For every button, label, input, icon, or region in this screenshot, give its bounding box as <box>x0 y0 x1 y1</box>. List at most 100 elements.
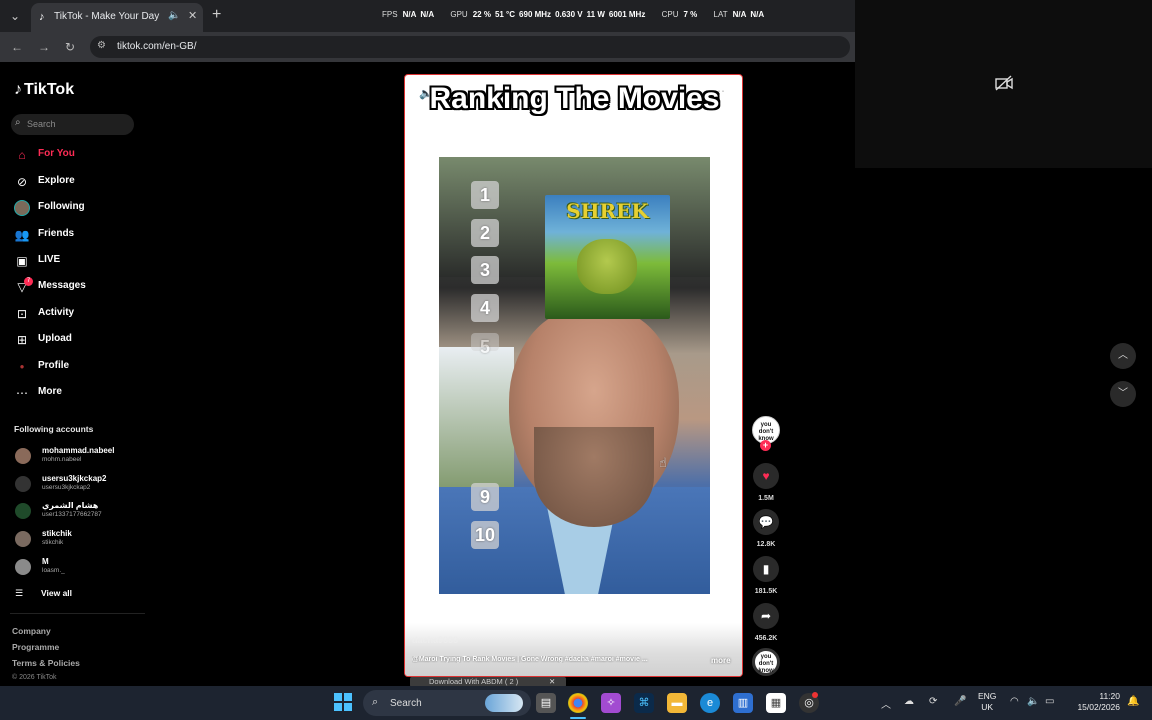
tab-search-menu-icon[interactable]: ⌄ <box>6 7 24 25</box>
notification-bell-icon[interactable]: 🔔 <box>1127 696 1139 707</box>
tiktok-favicon-icon: ♪ <box>39 11 45 23</box>
cloud-icon[interactable]: ☁ <box>904 696 914 707</box>
nav-explore[interactable]: ⊘ Explore <box>14 172 144 192</box>
app-grid-icon[interactable]: ▦ <box>766 693 786 713</box>
comment-icon[interactable]: 💬 <box>753 509 779 535</box>
nav-label: Profile <box>38 360 70 371</box>
back-icon[interactable]: ← <box>11 40 23 54</box>
chevron-up-icon[interactable]: ︿ <box>881 696 891 711</box>
avatar <box>15 476 31 492</box>
gpu-temp: 51 °C <box>494 10 516 19</box>
edge-icon[interactable]: e <box>700 693 720 713</box>
sync-icon[interactable]: ⟳ <box>929 696 937 707</box>
nav-activity[interactable]: ⊡ Activity <box>14 304 144 324</box>
account-name: usersu3kjkckap2 <box>42 474 107 483</box>
site-settings-icon[interactable]: ⚙ <box>97 40 106 51</box>
gpu-label: GPU <box>450 10 468 19</box>
nav-label: Messages <box>38 280 86 291</box>
music-disc[interactable]: you don't know <box>752 648 780 676</box>
task-view-icon[interactable]: ▤ <box>536 693 556 713</box>
wifi-icon[interactable]: ◠ <box>1010 696 1019 707</box>
clock[interactable]: 11:20 15/02/2026 <box>1072 691 1120 713</box>
upload-icon: ⊞ <box>16 333 28 347</box>
nav-more[interactable]: ⋯ More <box>14 383 144 403</box>
gpu-clock: 690 MHz <box>519 10 552 19</box>
url-field[interactable]: ⚙ tiktok.com/en-GB/ <box>90 36 850 58</box>
video-caption: @Maroi Trying To Rank Movies | Gone Wron… <box>412 656 648 663</box>
gpu-load: 22 % <box>472 10 491 19</box>
account-handle: loasm._ <box>42 567 65 574</box>
like-icon[interactable]: ♥ <box>753 463 779 489</box>
windows-start-icon[interactable] <box>334 693 352 711</box>
footer-terms-link[interactable]: Terms & Policies <box>12 658 80 668</box>
following-account[interactable]: mohammad.nabeel mohm.nabeel <box>15 446 145 468</box>
nav-for-you[interactable]: ⌂ For You <box>14 145 144 165</box>
compass-icon: ⊘ <box>16 175 28 189</box>
next-video-chevron-down-icon[interactable]: ﹀ <box>1110 381 1136 407</box>
tab-close-icon[interactable]: ✕ <box>188 9 197 22</box>
footer-company-link[interactable]: Company <box>12 626 51 636</box>
logo-text: TikTok <box>24 81 75 98</box>
poster-title: SHREK <box>566 199 649 223</box>
browser-tab[interactable]: ♪ TikTok - Make Your Day 🔈 ✕ <box>31 3 203 32</box>
fps-value-2: N/A <box>420 10 435 19</box>
share-icon[interactable]: ➦ <box>753 603 779 629</box>
activity-icon: ⊡ <box>16 307 28 321</box>
more-icon: ⋯ <box>16 386 28 400</box>
footer-programme-link[interactable]: Programme <box>12 642 59 652</box>
search-input[interactable]: ⌕ Search <box>11 114 134 135</box>
video-author[interactable]: dacha9666 <box>412 635 458 645</box>
lat-value-2: N/A <box>750 10 765 19</box>
tab-audio-icon[interactable]: 🔈 <box>168 10 180 21</box>
gpu-memory-clock: 6001 MHz <box>608 10 646 19</box>
camera-preview-panel <box>855 0 1152 168</box>
video-player[interactable]: 🔈 ⋯ Ranking The Movies 1 2 3 4 5 9 10 SH… <box>404 74 743 677</box>
reload-icon[interactable]: ↻ <box>65 40 75 54</box>
windows-taskbar: ⌕ Search ▤ ✧ ⌘ ▬ e ▥ ▦ ◎ ︿ ☁ ⟳ 🎤 ENG UK ◠… <box>0 686 1152 720</box>
list-icon: ☰ <box>15 588 24 598</box>
nav-profile[interactable]: ● Profile <box>14 357 144 377</box>
following-account[interactable]: usersu3kjkckap2 usersu3kjkckap2 <box>15 474 145 496</box>
forward-icon[interactable]: → <box>38 40 50 54</box>
follow-plus-icon[interactable]: + <box>760 440 771 451</box>
gpu-power: 11 W <box>586 10 605 19</box>
cpu-load: 7 % <box>683 10 698 19</box>
rank-slot: 10 <box>471 521 499 549</box>
nav-friends[interactable]: 👥 Friends <box>14 225 144 245</box>
following-account[interactable]: هشام الشمري user1337177662787 <box>15 501 145 523</box>
fps-value: N/A <box>402 10 417 19</box>
microphone-icon[interactable]: 🎤 <box>954 696 966 707</box>
app-icon[interactable]: ⌘ <box>634 693 654 713</box>
new-tab-button[interactable]: + <box>212 6 221 24</box>
friends-icon: 👥 <box>14 228 30 242</box>
url-text[interactable]: tiktok.com/en-GB/ <box>117 41 196 52</box>
file-explorer-icon[interactable]: ▬ <box>667 693 687 713</box>
volume-icon[interactable]: 🔈 <box>1027 696 1039 707</box>
copyright: © 2026 TikTok <box>12 674 57 681</box>
bookmark-icon[interactable]: ▮ <box>753 556 779 582</box>
battery-icon[interactable]: ▭ <box>1045 696 1054 707</box>
store-icon[interactable]: ▥ <box>733 693 753 713</box>
lat-label: LAT <box>713 10 728 19</box>
language-code: ENG <box>978 691 997 701</box>
avatar <box>15 448 31 464</box>
following-account[interactable]: Mloasm._ <box>15 557 145 579</box>
nav-following[interactable]: Following <box>14 198 144 218</box>
caption-more-link[interactable]: more <box>711 656 731 665</box>
nav-upload[interactable]: ⊞ Upload <box>14 330 144 350</box>
nav-live[interactable]: ▣ LIVE <box>14 251 144 271</box>
taskbar-search[interactable]: ⌕ Search <box>363 690 531 716</box>
nav-messages[interactable]: ▽ 7 Messages <box>14 277 144 297</box>
avatar <box>15 503 31 519</box>
comment-count: 12.8K <box>756 541 776 548</box>
rank-slot: 2 <box>471 219 499 247</box>
chrome-icon[interactable] <box>568 693 588 713</box>
like-count: 1.5M <box>758 495 774 502</box>
language-indicator[interactable]: ENG UK <box>978 691 996 713</box>
tiktok-logo[interactable]: ♪ TikTok <box>14 81 74 99</box>
following-account[interactable]: stikchik stikchik <box>15 529 145 551</box>
previous-video-chevron-up-icon[interactable]: ︿ <box>1110 343 1136 369</box>
search-icon: ⌕ <box>15 117 21 128</box>
copilot-icon[interactable]: ✧ <box>601 693 621 713</box>
account-name: mohammad.nabeel <box>42 446 115 455</box>
